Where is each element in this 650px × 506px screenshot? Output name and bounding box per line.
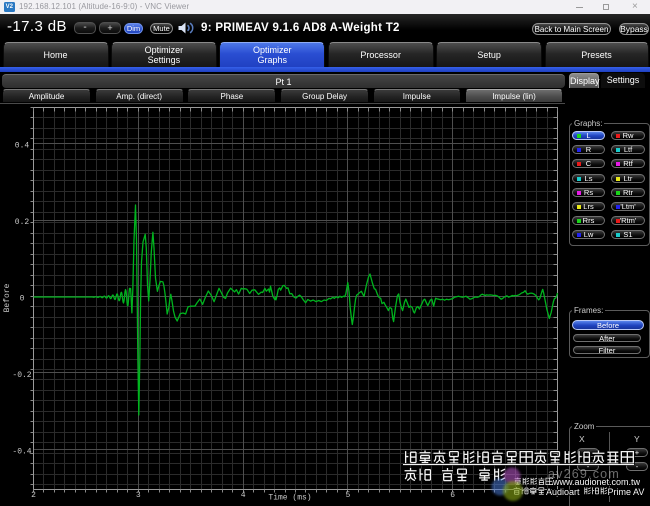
svg-text:www.audionet.com.tw: www.audionet.com.tw [552,477,641,487]
svg-text:Audioart: Audioart [546,487,580,497]
svg-text:Prime AV: Prime AV [608,487,645,497]
